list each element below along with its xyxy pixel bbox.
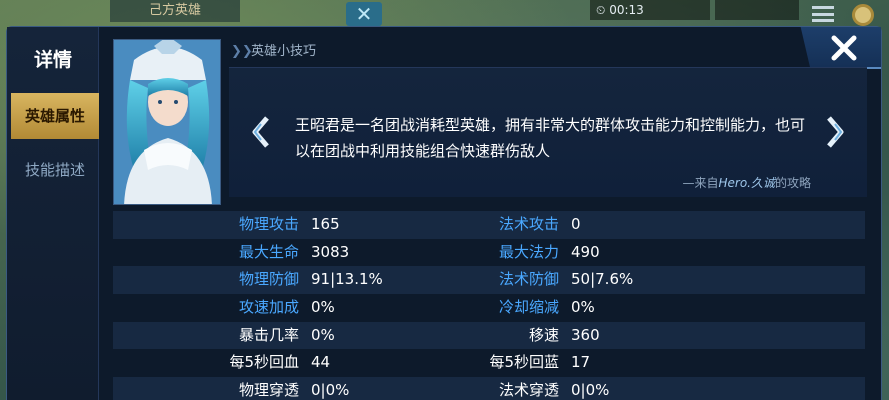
stat-label: 冷却缩减 [498,298,559,317]
tip-header: ❯❯ 英雄小技巧 [229,39,849,65]
stat-value: 0|0% [311,381,350,400]
tip-source-suffix: 的攻略 [774,176,811,190]
tip-source-prefix: —来自 [682,176,719,190]
stat-label: 移速 [528,325,559,344]
stat-value: 0% [571,298,595,317]
tab-skill-description[interactable]: 技能描述 [11,147,99,193]
stat-label: 最大法力 [498,242,559,261]
stat-label: 法术攻击 [498,215,559,233]
gear-icon [852,4,874,26]
stat-label: 物理攻击 [238,215,299,233]
hero-portrait-image [114,40,220,204]
stat-label: 物理防御 [238,270,299,289]
stat-value: 17 [571,353,591,372]
stat-row: 暴击几率 0% 移速 360 [113,321,865,350]
stat-label: 暴击几率 [238,325,299,344]
stat-value: 0% [311,298,335,317]
stat-row: 物理穿透 0|0% 法术穿透 0|0% [113,377,865,400]
hud-close-icon: ✕ [346,2,382,26]
stat-label: 攻速加成 [238,298,299,317]
sidebar-title: 详情 [33,49,72,71]
chevron-right-icon[interactable] [823,114,847,150]
hero-portrait [113,39,221,205]
hero-detail-panel: 详情 英雄属性 技能描述 ❯❯ 英雄小技巧 王昭君是一名团战消耗型英雄，拥有非常… [6,26,882,400]
hud-timer: ⏲ 00:13 [590,0,710,20]
stat-row: 物理攻击 165 法术攻击 0 [113,211,865,239]
stat-row: 物理防御 91|13.1% 法术防御 50|7.6% [113,266,865,295]
tab-hero-attributes[interactable]: 英雄属性 [11,93,99,139]
chevron-left-icon[interactable] [249,114,273,150]
stat-value: 0|0% [571,381,610,400]
stats-table: 物理攻击 165 法术攻击 0 最大生命 3083 最大法力 490 物理防御 … [113,211,865,400]
stat-label: 每5秒回蓝 [489,353,559,372]
stat-value: 50|7.6% [571,270,634,289]
stat-label: 最大生命 [238,242,299,261]
tip-box: 王昭君是一名团战消耗型英雄，拥有非常大的群体攻击能力和控制能力，也可以在团战中利… [229,67,867,197]
hud-stats [715,0,799,20]
tip-source: —来自Hero.久诚的攻略 [682,174,811,191]
tip-header-label: 英雄小技巧 [251,44,317,59]
stat-value: 44 [311,353,331,372]
sidebar: 详情 英雄属性 技能描述 [7,27,99,400]
game-hud: 己方英雄 ✕ ⏲ 00:13 [0,0,889,28]
stat-value: 490 [571,242,600,261]
stat-value: 360 [571,325,600,344]
stat-label: 物理穿透 [238,381,299,400]
chevron-right-small-icon: ❯❯ [231,44,253,59]
clock-icon: ⏲ [596,3,606,17]
stat-value: 3083 [311,242,350,261]
stat-row: 攻速加成 0% 冷却缩减 0% [113,294,865,322]
stat-label: 每5秒回血 [229,353,299,372]
stat-value: 165 [311,215,340,233]
stat-row: 最大生命 3083 最大法力 490 [113,239,865,267]
stat-value: 0% [311,325,335,344]
tip-text: 王昭君是一名团战消耗型英雄，拥有非常大的群体攻击能力和控制能力，也可以在团战中利… [295,116,806,160]
stat-row: 每5秒回血 44 每5秒回蓝 17 [113,349,865,377]
stat-value: 0 [571,215,581,233]
stat-label: 法术穿透 [498,381,559,400]
tip-source-author: Hero.久诚 [718,176,775,190]
menu-icon [812,6,834,22]
hud-timer-text: 00:13 [609,3,644,17]
hud-team-label: 己方英雄 [110,0,240,22]
stat-label: 法术防御 [498,270,559,289]
